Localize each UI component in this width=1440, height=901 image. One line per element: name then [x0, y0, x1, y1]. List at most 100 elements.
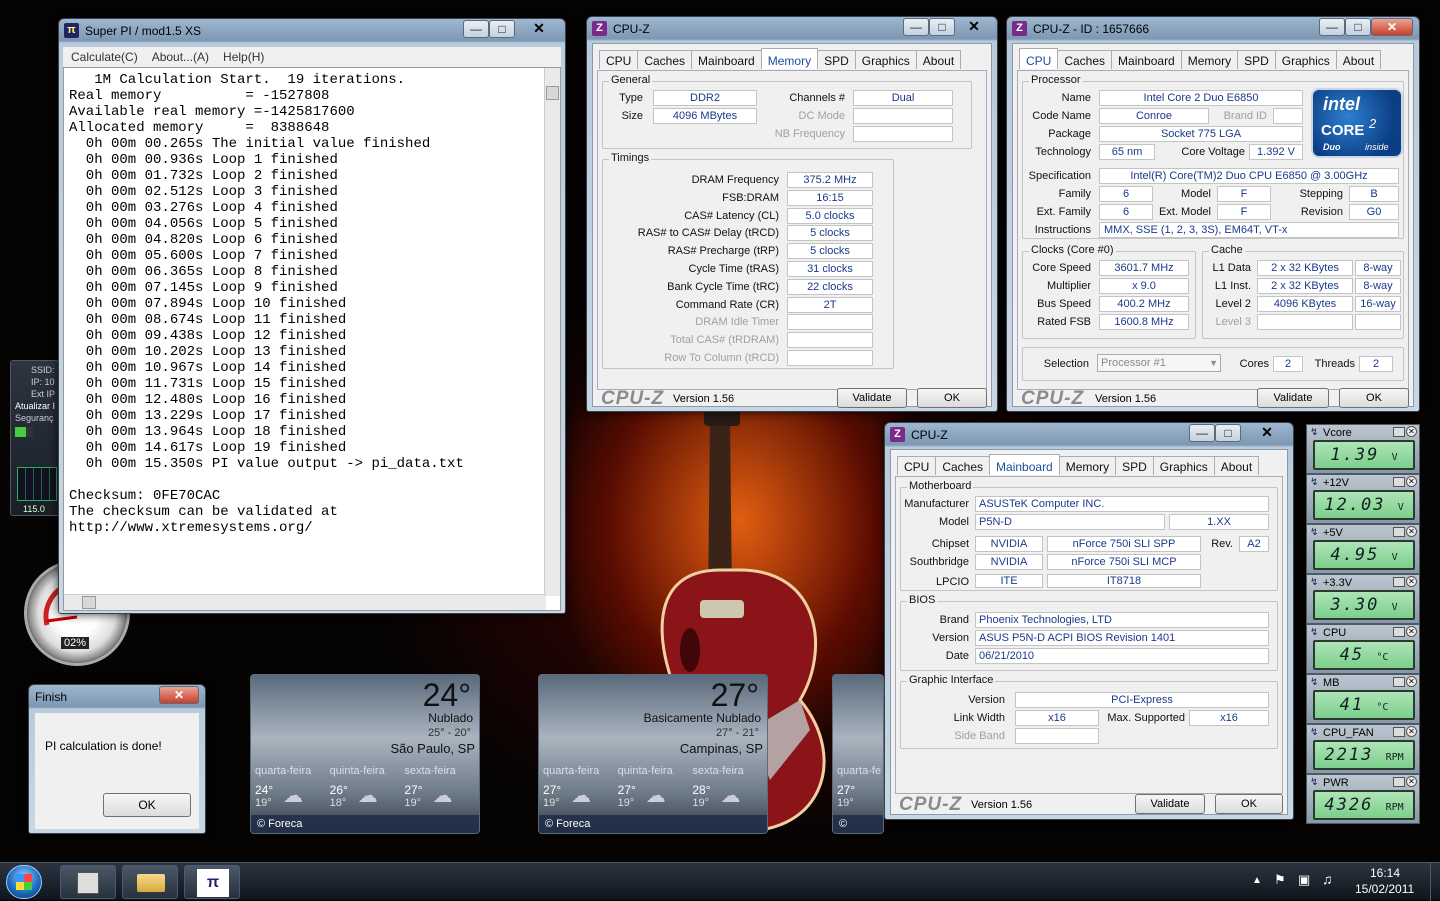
hwmon-gadget[interactable]: ↯ CPU_FAN ✕ 2213 RPM	[1306, 724, 1420, 774]
taskbar-cpuz-button[interactable]	[60, 865, 116, 899]
close-icon[interactable]: ✕	[1406, 776, 1417, 787]
taskbar-explorer-button[interactable]	[122, 865, 178, 899]
tab-mainboard[interactable]: Mainboard	[989, 454, 1060, 475]
technology-label: Technology	[1035, 146, 1091, 158]
tab-mainboard[interactable]: Mainboard	[1111, 50, 1182, 69]
maximize-button[interactable]: □	[1215, 424, 1241, 442]
cpuz-memory-titlebar[interactable]: Z CPU-Z — □ ✕	[587, 17, 997, 41]
minimize-button[interactable]: —	[903, 18, 929, 36]
weather-gadget-campinas[interactable]: 27° Basicamente Nublado 27° - 21° Campin…	[538, 674, 768, 834]
menu-help[interactable]: Help(H)	[223, 47, 264, 67]
tab-graphics[interactable]: Graphics	[1152, 456, 1215, 475]
tab-mainboard[interactable]: Mainboard	[691, 50, 762, 69]
settings-icon[interactable]	[1393, 427, 1405, 437]
close-button[interactable]: ✕	[1249, 424, 1285, 442]
processor-select[interactable]: Processor #1 ▼	[1097, 354, 1221, 372]
close-icon[interactable]: ✕	[1406, 726, 1417, 737]
tab-caches[interactable]: Caches	[1057, 50, 1113, 69]
validate-button[interactable]: Validate	[837, 388, 907, 408]
hwmon-gadget[interactable]: ↯ MB ✕ 41 °C	[1306, 674, 1420, 724]
tab-spd[interactable]: SPD	[1237, 50, 1276, 69]
hscroll-thumb[interactable]	[82, 596, 96, 609]
tab-graphics[interactable]: Graphics	[1274, 50, 1337, 69]
clock-time[interactable]: 16:14	[1370, 866, 1400, 880]
settings-icon[interactable]	[1393, 677, 1405, 687]
scroll-thumb[interactable]	[546, 86, 559, 100]
cpuz-mainboard-titlebar[interactable]: Z CPU-Z — □ ✕	[885, 423, 1293, 447]
weather-gadget-sao-paulo[interactable]: 24° Nublado 25° - 20° São Paulo, SP quar…	[250, 674, 480, 834]
close-button[interactable]: ✕	[1371, 18, 1413, 36]
show-hidden-icons-icon[interactable]: ▲	[1252, 875, 1262, 886]
close-icon[interactable]: ✕	[1406, 526, 1417, 537]
finish-ok-button[interactable]: OK	[103, 793, 191, 817]
cpuz-cpu-titlebar[interactable]: Z CPU-Z - ID : 1657666 — □ ✕	[1007, 17, 1419, 41]
minimize-button[interactable]: —	[463, 20, 489, 38]
settings-icon[interactable]	[1393, 627, 1405, 637]
settings-icon[interactable]	[1393, 777, 1405, 787]
hwmon-gadget[interactable]: ↯ PWR ✕ 4326 RPM	[1306, 774, 1420, 824]
volume-icon[interactable]: ♫	[1322, 871, 1333, 887]
hwmon-gadget[interactable]: ↯ +5V ✕ 4.95 V	[1306, 524, 1420, 574]
network-icon[interactable]: ▣	[1298, 872, 1310, 888]
horizontal-scrollbar[interactable]	[64, 594, 546, 610]
network-update[interactable]: Atualizar I	[15, 401, 55, 411]
ok-button[interactable]: OK	[1339, 388, 1409, 408]
hwmon-gadget[interactable]: ↯ +12V ✕ 12.03 V	[1306, 474, 1420, 524]
minimize-button[interactable]: —	[1319, 18, 1345, 36]
tab-caches[interactable]: Caches	[935, 456, 991, 475]
tab-spd[interactable]: SPD	[1115, 456, 1154, 475]
finish-close-button[interactable]: ✕	[159, 686, 199, 704]
hwmon-gadget[interactable]: ↯ +3.3V ✕ 3.30 V	[1306, 574, 1420, 624]
weather-provider[interactable]: © Foreca	[833, 815, 883, 833]
superpi-titlebar[interactable]: π Super PI / mod1.5 XS — □ ✕	[59, 19, 565, 43]
maximize-button[interactable]: □	[489, 20, 515, 38]
finish-titlebar[interactable]: Finish ✕	[29, 685, 205, 709]
close-icon[interactable]: ✕	[1406, 426, 1417, 437]
flag-icon[interactable]: ⚑	[1274, 872, 1286, 888]
settings-icon[interactable]	[1393, 477, 1405, 487]
tab-about[interactable]: About	[1335, 50, 1382, 69]
menu-about[interactable]: About...(A)	[152, 47, 209, 67]
tab-memory[interactable]: Memory	[760, 48, 819, 69]
validate-button[interactable]: Validate	[1257, 388, 1329, 408]
menu-calculate[interactable]: Calculate(C)	[71, 47, 138, 67]
maximize-button[interactable]: □	[1345, 18, 1371, 36]
close-button[interactable]: ✕	[957, 18, 991, 36]
validate-button[interactable]: Validate	[1135, 794, 1205, 814]
close-button[interactable]: ✕	[521, 20, 557, 38]
minimize-button[interactable]: —	[1189, 424, 1215, 442]
clock-date[interactable]: 15/02/2011	[1355, 882, 1414, 896]
tab-cpu[interactable]: CPU	[599, 50, 639, 69]
weather-provider[interactable]: © Foreca	[539, 815, 767, 833]
close-icon[interactable]: ✕	[1406, 576, 1417, 587]
vertical-scrollbar[interactable]	[544, 68, 560, 596]
tab-cpu[interactable]: CPU	[897, 456, 937, 475]
settings-icon[interactable]	[1393, 527, 1405, 537]
tab-spd[interactable]: SPD	[817, 50, 856, 69]
maximize-button[interactable]: □	[929, 18, 955, 36]
weather-gadget-third[interactable]: quarta-fe 27°19° © Foreca	[832, 674, 884, 834]
ok-button[interactable]: OK	[917, 388, 987, 408]
tab-about[interactable]: About	[1213, 456, 1260, 475]
weather-provider[interactable]: © Foreca	[251, 815, 479, 833]
ok-button[interactable]: OK	[1215, 794, 1283, 814]
tab-cpu[interactable]: CPU	[1019, 48, 1059, 69]
network-rate: 115.0	[23, 504, 45, 514]
close-icon[interactable]: ✕	[1406, 676, 1417, 687]
settings-icon[interactable]	[1393, 577, 1405, 587]
hwmon-gadget[interactable]: ↯ CPU ✕ 45 °C	[1306, 624, 1420, 674]
tab-memory[interactable]: Memory	[1180, 50, 1239, 69]
tab-about[interactable]: About	[915, 50, 962, 69]
tab-caches[interactable]: Caches	[637, 50, 693, 69]
tab-graphics[interactable]: Graphics	[854, 50, 917, 69]
close-icon[interactable]: ✕	[1406, 476, 1417, 487]
cpu-panel: Processor Name Intel Core 2 Duo E6850 Co…	[1017, 70, 1409, 390]
close-icon[interactable]: ✕	[1406, 626, 1417, 637]
settings-icon[interactable]	[1393, 727, 1405, 737]
tab-memory[interactable]: Memory	[1058, 456, 1117, 475]
taskbar-superpi-button[interactable]: π	[184, 865, 240, 899]
superpi-output[interactable]: 1M Calculation Start. 19 iterations. Real…	[63, 67, 561, 611]
start-button[interactable]	[6, 865, 42, 899]
show-desktop-button[interactable]	[1430, 863, 1440, 901]
hwmon-gadget[interactable]: ↯ Vcore ✕ 1.39 V	[1306, 424, 1420, 474]
